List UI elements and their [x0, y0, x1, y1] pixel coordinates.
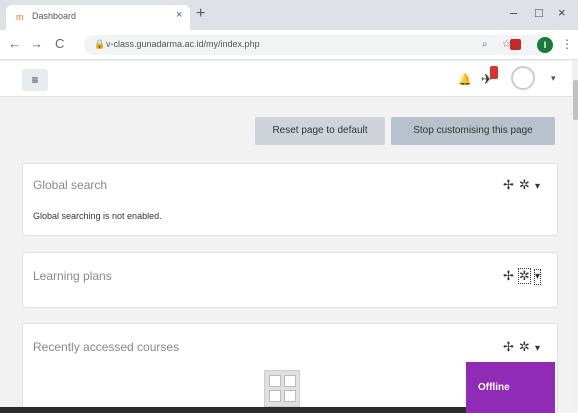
placeholder-cell [269, 390, 281, 402]
block-global-search: Global search Global searching is not en… [22, 163, 558, 236]
offline-indicator[interactable]: Offline [466, 362, 555, 413]
moodle-favicon-icon: m [16, 12, 24, 22]
gear-icon[interactable]: ✲ [518, 268, 531, 284]
lock-icon[interactable]: 🔒 [94, 39, 105, 50]
page-scrollbar-thumb[interactable] [573, 80, 578, 120]
extension-icon[interactable] [510, 39, 521, 50]
offline-label: Offline [478, 382, 510, 393]
window-close-button[interactable]: × [558, 5, 566, 21]
hamburger-menu-button[interactable]: ≡ [22, 69, 48, 91]
block-title: Recently accessed courses [33, 340, 180, 354]
move-icon[interactable]: ✢ [503, 340, 514, 354]
new-tab-button[interactable]: + [196, 5, 205, 23]
block-learning-plans: Learning plans ✢ ✲ ▾ [22, 252, 558, 308]
browser-toolbar: ← → C 🔒 v-class.gunadarma.ac.id/my/index… [0, 30, 578, 60]
courses-placeholder-image [264, 370, 300, 407]
chevron-down-icon[interactable]: ▾ [535, 342, 540, 356]
address-bar[interactable]: 🔒 v-class.gunadarma.ac.id/my/index.php ⌕… [84, 35, 550, 55]
browser-menu-icon[interactable]: ⋮ [561, 37, 573, 51]
message-count-badge [490, 66, 498, 79]
minimize-button[interactable]: – [510, 5, 517, 21]
move-icon[interactable]: ✢ [503, 178, 514, 192]
back-button[interactable]: ← [8, 37, 21, 51]
placeholder-cell [269, 375, 281, 387]
stop-customising-button[interactable]: Stop customising this page [391, 117, 555, 145]
tab-title: Dashboard [32, 11, 77, 21]
gear-icon[interactable]: ✲ [519, 178, 530, 192]
search-icon[interactable]: ⌕ [482, 38, 488, 52]
reset-page-button[interactable]: Reset page to default [255, 117, 385, 145]
move-icon[interactable]: ✢ [503, 269, 514, 283]
profile-avatar[interactable]: I [537, 37, 553, 53]
notification-bell-icon[interactable]: 🔔 [458, 73, 472, 86]
placeholder-cell [284, 390, 296, 402]
forward-button[interactable]: → [30, 37, 43, 51]
user-menu-chevron-down-icon[interactable]: ▾ [551, 73, 556, 84]
block-title: Global search [33, 178, 108, 192]
gear-icon[interactable]: ✲ [519, 340, 530, 354]
placeholder-cell [284, 375, 296, 387]
taskbar-strip [0, 407, 466, 413]
chevron-down-icon[interactable]: ▾ [533, 269, 542, 285]
site-navbar: ≡ 🔔 ✈ ▾ [0, 61, 578, 97]
block-content-text: Global searching is not enabled. [33, 211, 162, 221]
browser-tabstrip: m Dashboard × + – □ × [0, 0, 578, 30]
browser-tab[interactable]: m Dashboard × [6, 5, 190, 30]
maximize-button[interactable]: □ [535, 5, 543, 21]
chevron-down-icon[interactable]: ▾ [535, 180, 540, 194]
user-avatar[interactable] [511, 66, 535, 90]
url-text[interactable]: v-class.gunadarma.ac.id/my/index.php [106, 39, 260, 49]
block-title: Learning plans [33, 269, 112, 283]
tab-close-icon[interactable]: × [176, 9, 182, 21]
reload-button[interactable]: C [55, 37, 64, 51]
